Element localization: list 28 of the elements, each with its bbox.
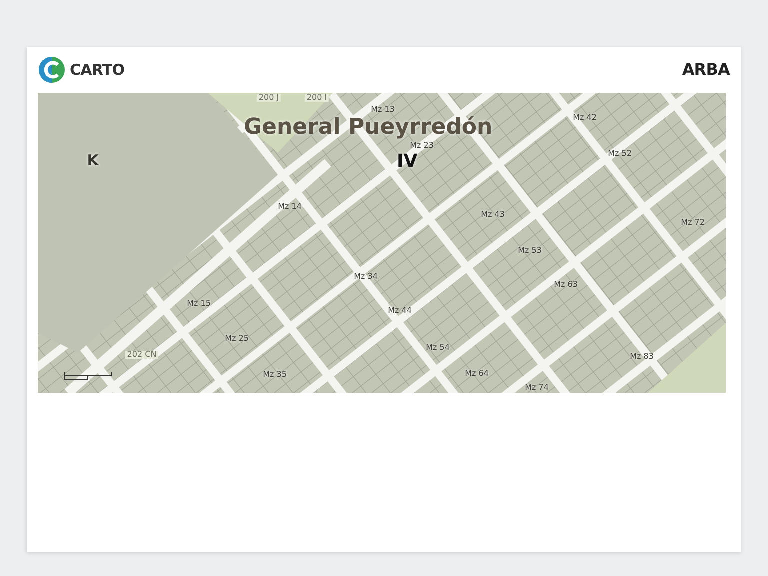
block-label: Mz 15 [187,300,211,308]
block-label: Mz 42 [573,114,597,122]
block-label: Mz 64 [465,370,489,378]
block-label: Mz 52 [608,150,632,158]
parcel-label: 200 J [256,94,282,102]
block-label: Mz 13 [371,106,395,114]
block-label: Mz 53 [518,247,542,255]
block-label: Mz 25 [225,335,249,343]
block-label: Mz 44 [388,307,412,315]
zone-label: K [87,154,99,168]
scale-bar-icon [64,370,114,382]
block-label: Mz 23 [410,142,434,150]
block-label: Mz 43 [481,211,505,219]
block-label: Mz 74 [525,384,549,392]
map-title: General Pueyrredón [244,117,493,139]
block-label: Mz 54 [426,344,450,352]
block-label: Mz 35 [263,371,287,379]
globe-logo-icon [38,56,66,84]
logo-text: CARTO [70,60,125,81]
parcel-label: 200 I [304,94,330,102]
block-label: Mz 63 [554,281,578,289]
block-label: Mz 83 [630,353,654,361]
map-subtitle: IV [397,153,418,171]
block-label: Mz 14 [278,203,302,211]
parcel-label: 202 CN [125,351,159,359]
block-label: Mz 72 [681,219,705,227]
logo-text: ARBA [682,59,730,81]
block-label: Mz 34 [354,273,378,281]
